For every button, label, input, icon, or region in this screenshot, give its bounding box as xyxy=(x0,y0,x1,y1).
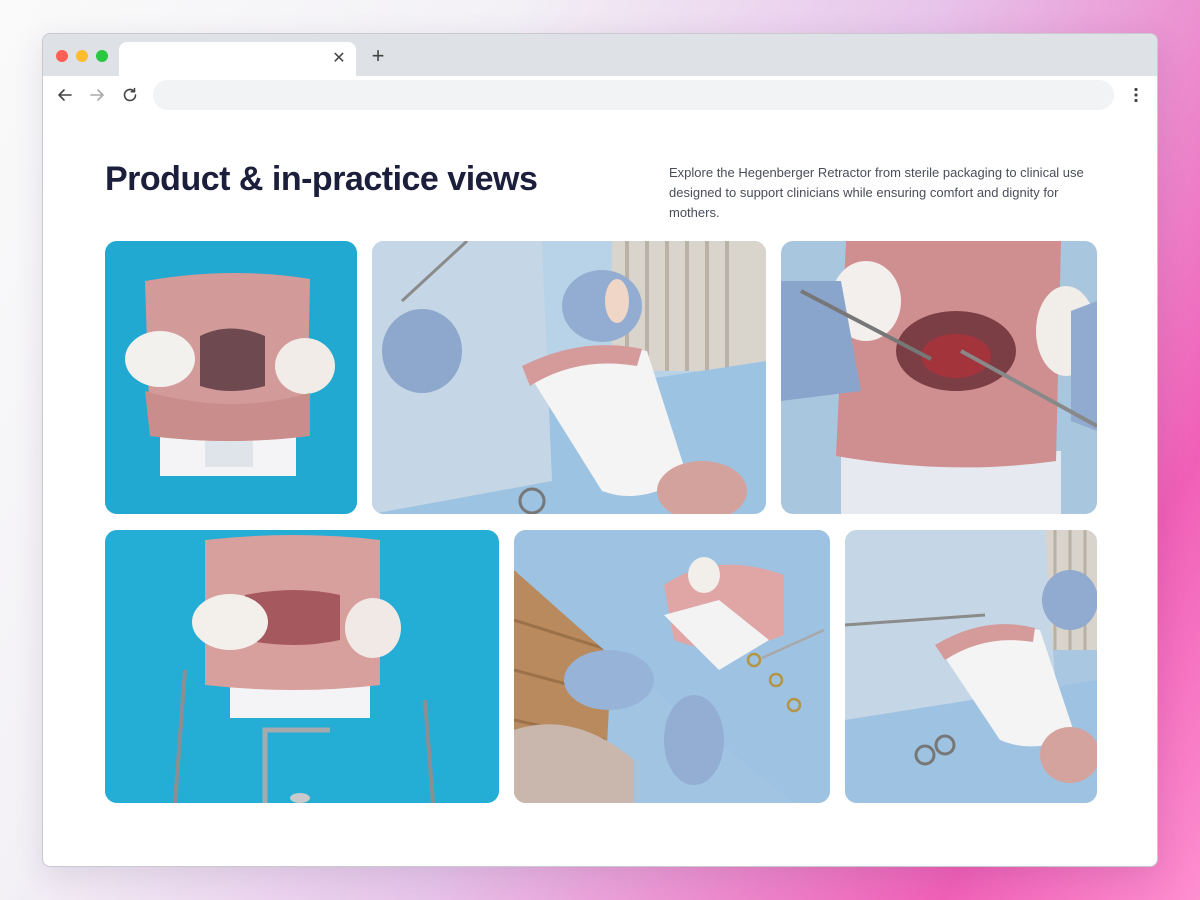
gallery-photo-table-view[interactable] xyxy=(514,530,830,803)
photo-illustration xyxy=(105,241,357,514)
kebab-menu-icon[interactable] xyxy=(1125,84,1147,106)
browser-window: ✕ + Product & in-practice views Explore … xyxy=(42,33,1158,867)
page-title: Product & in-practice views xyxy=(105,160,538,198)
browser-toolbar xyxy=(43,76,1157,114)
page-content: Product & in-practice views Explore the … xyxy=(43,114,1157,866)
browser-tab[interactable]: ✕ xyxy=(119,42,356,76)
description-line-1: Explore the Hegenberger Retractor from s… xyxy=(669,165,1084,180)
close-icon[interactable]: ✕ xyxy=(330,50,348,68)
photo-illustration xyxy=(781,241,1097,514)
gallery-photo-suturing-closeup[interactable] xyxy=(781,241,1097,514)
photo-illustration xyxy=(372,241,766,514)
gallery-photo-clinical-forceps[interactable] xyxy=(372,241,766,514)
gallery-photo-instruments-layout[interactable] xyxy=(105,530,499,803)
section-description: Explore the Hegenberger Retractor from s… xyxy=(669,163,1109,223)
maximize-window-button[interactable] xyxy=(96,50,108,62)
arrow-left-icon[interactable] xyxy=(54,84,76,106)
gallery-photo-clinician-side[interactable] xyxy=(845,530,1097,803)
description-line-2: designed to support clinicians while ens… xyxy=(669,185,1059,220)
gallery-photo-packaging[interactable] xyxy=(105,241,357,514)
address-bar[interactable] xyxy=(153,80,1114,110)
plus-icon[interactable]: + xyxy=(368,45,388,67)
tab-bar: ✕ + xyxy=(43,34,1157,76)
reload-icon[interactable] xyxy=(119,84,141,106)
photo-illustration xyxy=(105,530,499,803)
photo-illustration xyxy=(845,530,1097,803)
minimize-window-button[interactable] xyxy=(76,50,88,62)
close-window-button[interactable] xyxy=(56,50,68,62)
photo-illustration xyxy=(514,530,830,803)
arrow-right-icon[interactable] xyxy=(86,84,108,106)
